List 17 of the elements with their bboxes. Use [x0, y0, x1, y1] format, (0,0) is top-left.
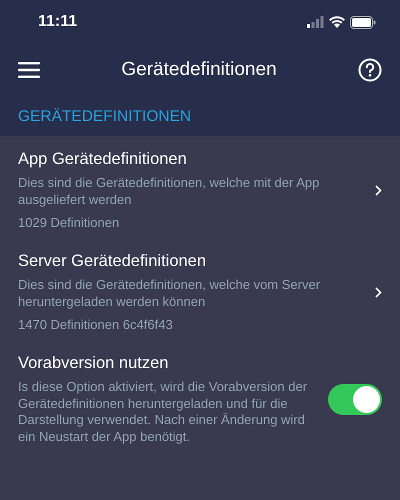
help-button[interactable] [358, 58, 382, 82]
signal-icon [307, 16, 324, 28]
setting-title: Server Gerätedefinitionen [18, 252, 208, 271]
wifi-icon [329, 16, 345, 28]
setting-detail: 1029 Definitionen [18, 215, 120, 230]
setting-title: App Gerätedefinitionen [18, 150, 188, 169]
setting-description: Is diese Option aktiviert, wird die Vorabversion der Gerätedefinitionen heruntergeladen und für die Darstellung verwendet. Nach einer Änderung wird ein Neustart der App benötigt. [18, 379, 308, 445]
menu-button[interactable] [18, 62, 40, 78]
setting-description: Dies sind die Gerätedefinitionen, welche vom Server heruntergeladen werden können [18, 277, 322, 310]
setting-title: Vorabversion nutzen [18, 354, 170, 373]
setting-detail: 1470 Definitionen 6c4f6f43 [18, 317, 174, 332]
toggle-switch[interactable] [328, 384, 382, 415]
setting-description: Dies sind die Gerätedefinitionen, welche mit der App ausgeliefert werden [18, 175, 320, 208]
battery-icon [350, 16, 376, 28]
section-header: GERÄTEDEFINITIONEN [17, 107, 192, 127]
page-title: Gerätedefinitionen [121, 59, 277, 81]
status-time: 11:11 [38, 13, 78, 31]
